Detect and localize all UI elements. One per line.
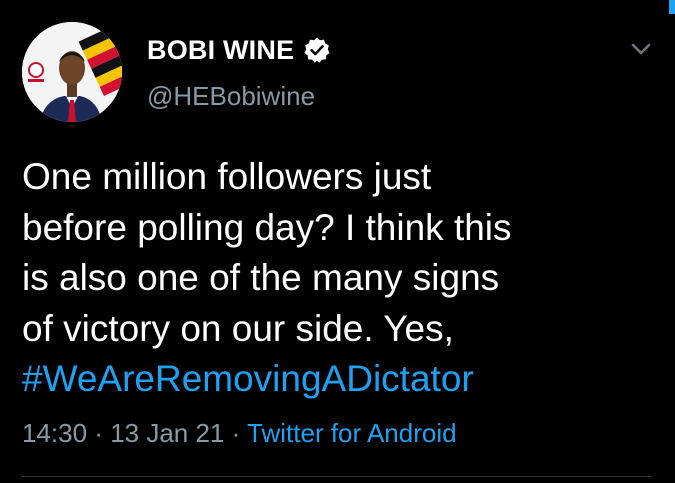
profile-photo — [22, 22, 122, 122]
author-name[interactable]: BOBI WINE — [147, 35, 294, 66]
divider — [22, 476, 652, 477]
tweet-source-link[interactable]: Twitter for Android — [247, 418, 457, 448]
meta-separator: · — [224, 418, 248, 448]
tweet-line: of victory on our side. Yes, — [22, 307, 454, 349]
tweet-line: One million followers just — [22, 156, 432, 197]
author-name-row[interactable]: BOBI WINE — [147, 30, 331, 70]
hashtag-link[interactable]: #WeAreRemovingADictator — [22, 354, 642, 405]
tweet-text: One million followers just before pollin… — [22, 152, 642, 405]
tweet-time[interactable]: 14:30 — [22, 418, 87, 448]
avatar[interactable] — [22, 22, 122, 122]
verified-badge-icon — [303, 36, 331, 64]
author-handle[interactable]: @HEBobiwine — [147, 81, 315, 112]
tweet-line: is also one of the many signs — [22, 257, 500, 298]
chevron-down-icon[interactable] — [626, 34, 656, 64]
scrollbar-indicator — [669, 0, 675, 14]
tweet-card: BOBI WINE @HEBobiwine One million follow… — [0, 0, 675, 483]
tweet-meta: 14:30 · 13 Jan 21 · Twitter for Android — [22, 418, 457, 449]
tweet-line: before polling day? I think this — [22, 206, 512, 248]
tweet-date[interactable]: 13 Jan 21 — [110, 418, 224, 448]
meta-separator: · — [87, 418, 111, 448]
